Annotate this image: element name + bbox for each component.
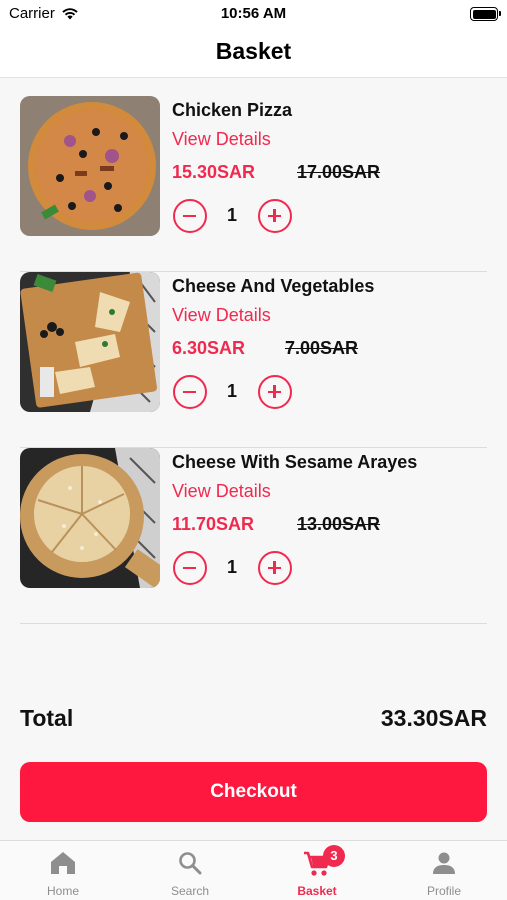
tab-profile-label: Profile <box>426 884 461 898</box>
tab-home[interactable]: Home <box>0 841 126 900</box>
search-icon <box>179 852 202 875</box>
decrease-quantity-button[interactable] <box>173 551 207 585</box>
cart-count-badge: 3 <box>323 845 345 867</box>
minus-icon <box>183 214 196 217</box>
status-bar: Carrier 10:56 AM <box>0 0 507 28</box>
decrease-quantity-button[interactable] <box>173 375 207 409</box>
tab-basket-label: Basket <box>297 884 337 898</box>
chicken-pizza-image[interactable] <box>20 96 160 236</box>
item-name: Cheese And Vegetables <box>172 276 375 296</box>
minus-icon <box>183 390 196 393</box>
increase-quantity-button[interactable] <box>258 551 292 585</box>
increase-quantity-button[interactable] <box>258 375 292 409</box>
discounted-price: 11.70SAR <box>172 514 255 534</box>
item-name: Cheese With Sesame Arayes <box>172 452 418 472</box>
basket-item: Chicken Pizza View Details 15.30SAR 17.0… <box>20 96 487 272</box>
tab-basket[interactable]: 3 Basket <box>254 841 380 900</box>
quantity-value: 1 <box>226 557 237 577</box>
discounted-price: 15.30SAR <box>172 162 256 182</box>
checkout-button[interactable]: Checkout <box>20 762 487 822</box>
view-details-link[interactable]: View Details <box>172 305 271 326</box>
cheese-vegetables-image[interactable] <box>20 272 160 412</box>
original-price: 7.00SAR <box>285 338 359 358</box>
quantity-value: 1 <box>226 205 237 225</box>
view-details-link[interactable]: View Details <box>172 481 271 502</box>
tab-search-label: Search <box>170 884 210 898</box>
tab-home-label: Home <box>46 884 79 898</box>
home-icon <box>51 852 75 874</box>
quantity-value: 1 <box>226 381 237 401</box>
tab-search[interactable]: Search <box>127 841 253 900</box>
discounted-price: 6.30SAR <box>172 338 246 358</box>
increase-quantity-button[interactable] <box>258 199 292 233</box>
person-icon <box>433 852 455 874</box>
clock: 10:56 AM <box>220 5 287 22</box>
basket-item: Cheese And Vegetables View Details 6.30S… <box>20 272 487 448</box>
view-details-link[interactable]: View Details <box>172 129 271 150</box>
original-price: 13.00SAR <box>297 514 381 534</box>
decrease-quantity-button[interactable] <box>173 199 207 233</box>
total-label: Total <box>20 705 74 731</box>
nav-header: Basket <box>0 28 507 78</box>
minus-icon <box>183 566 196 569</box>
tab-bar: Home Search 3 Basket Profile <box>0 840 507 900</box>
cheese-sesame-arayes-image[interactable] <box>20 448 160 588</box>
page-title: Basket <box>215 38 292 64</box>
tab-profile[interactable]: Profile <box>381 841 507 900</box>
item-name: Chicken Pizza <box>172 100 293 120</box>
basket-item: Cheese With Sesame Arayes View Details 1… <box>20 448 487 624</box>
original-price: 17.00SAR <box>297 162 381 182</box>
battery-icon <box>470 7 501 21</box>
total-value: 33.30SAR <box>380 705 487 731</box>
